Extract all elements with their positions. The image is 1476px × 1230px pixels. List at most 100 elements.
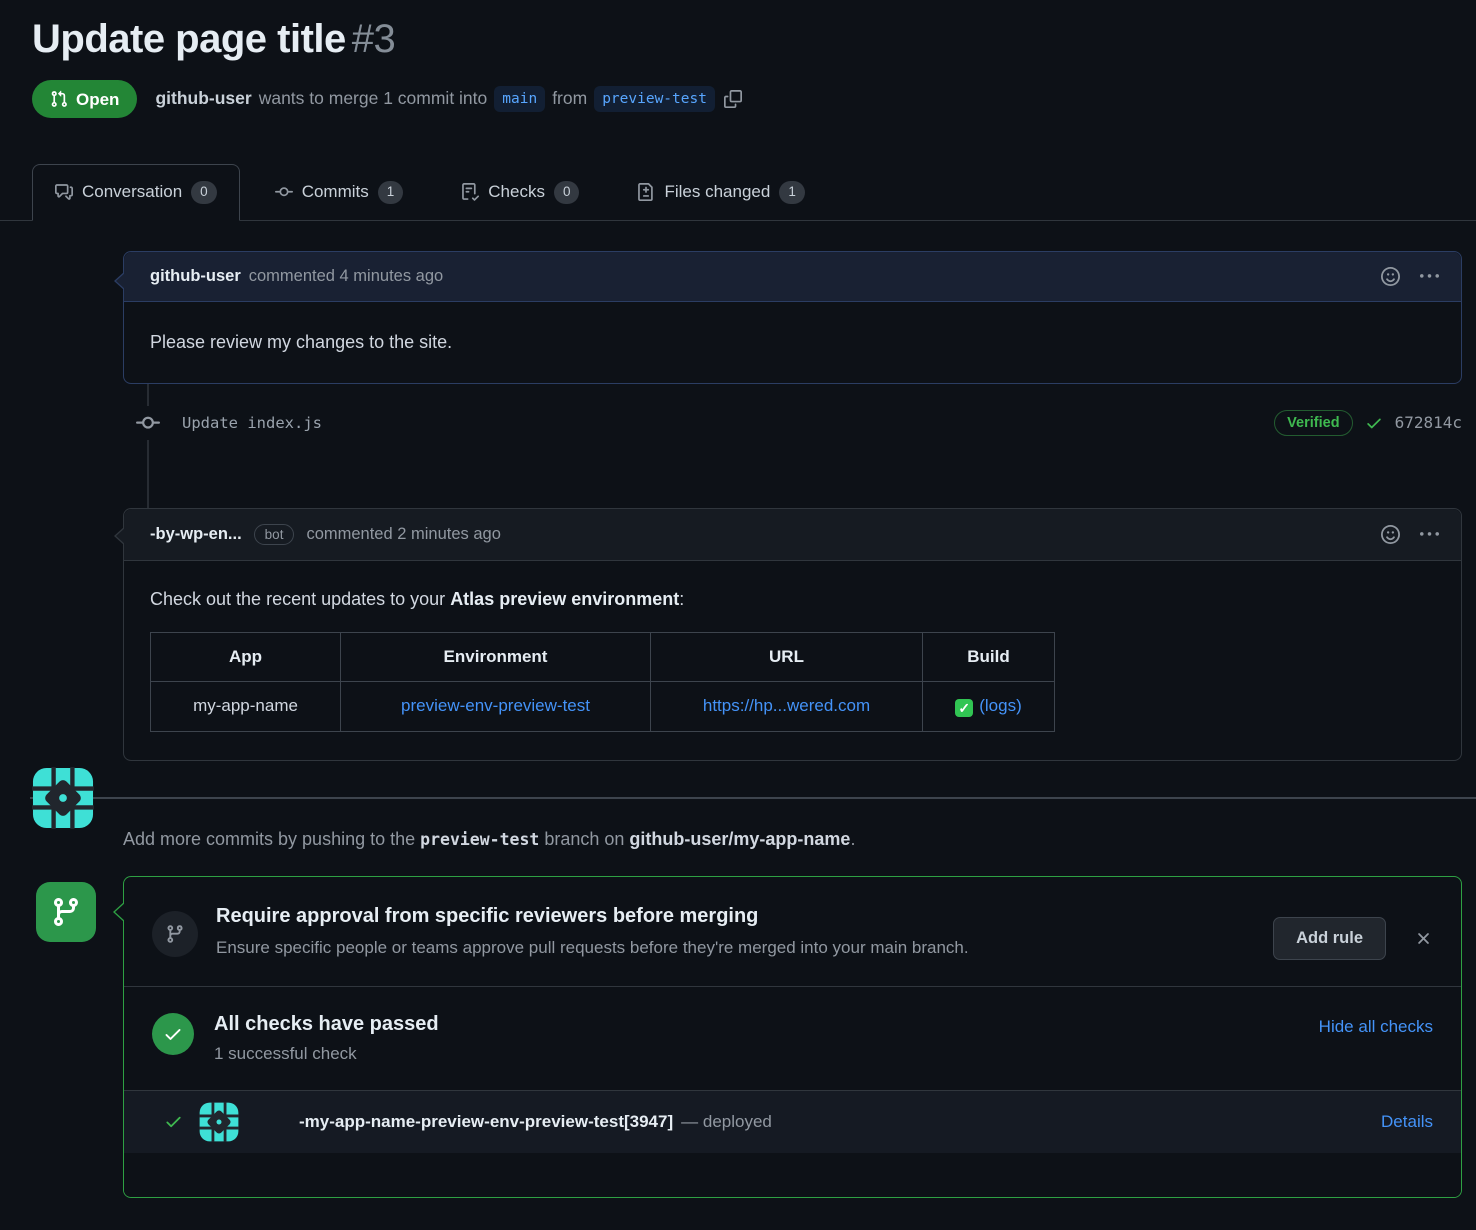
- checks-title: All checks have passed: [214, 1013, 439, 1036]
- bot-comment-body: Check out the recent updates to your Atl…: [124, 561, 1461, 760]
- git-branch-icon: [165, 924, 185, 944]
- tab-conversation[interactable]: Conversation 0: [32, 164, 240, 221]
- git-pull-request-icon: [50, 90, 68, 108]
- checks-summary: All checks have passed 1 successful chec…: [124, 986, 1461, 1090]
- bot-comment-text: Check out the recent updates to your Atl…: [150, 589, 1435, 610]
- bot-comment-header: -by-wp-en... bot commented 2 minutes ago: [124, 509, 1461, 561]
- column-header-build: Build: [923, 632, 1055, 681]
- checklist-icon: [461, 183, 479, 201]
- atlas-logo-icon: [32, 767, 94, 829]
- build-success-check-icon: ✓: [955, 699, 973, 717]
- tab-files-changed-count: 1: [779, 181, 805, 204]
- comment-header: github-user commented 4 minutes ago: [124, 252, 1461, 302]
- base-branch-label[interactable]: main: [494, 86, 545, 112]
- comment-discussion-icon: [55, 183, 73, 201]
- tab-checks-label: Checks: [488, 182, 545, 202]
- pr-header: Update page title#3 Open github-user wan…: [0, 14, 1476, 118]
- column-header-url: URL: [651, 632, 923, 681]
- git-commit-icon: [136, 406, 160, 440]
- check-run-name: -my-app-name-preview-env-preview-test[39…: [299, 1112, 772, 1132]
- check-success-icon: [164, 1112, 183, 1131]
- comment-body: Please review my changes to the site.: [124, 302, 1461, 383]
- head-branch-label[interactable]: preview-test: [594, 86, 715, 112]
- bot-badge: bot: [254, 524, 295, 545]
- push-note-repo: github-user/my-app-name: [629, 829, 850, 849]
- table-header-row: App Environment URL Build: [151, 632, 1055, 681]
- cell-build: ✓ (logs): [923, 681, 1055, 731]
- check-run-row: -my-app-name-preview-env-preview-test[39…: [124, 1090, 1461, 1153]
- commit-sha-link[interactable]: 672814c: [1395, 413, 1462, 432]
- kebab-horizontal-icon: [1420, 267, 1439, 286]
- pr-number: #3: [352, 17, 396, 61]
- environment-table: App Environment URL Build my-app-name pr…: [150, 632, 1055, 732]
- git-commit-icon: [275, 183, 293, 201]
- copy-icon: [724, 90, 742, 108]
- tab-commits-count: 1: [378, 181, 404, 204]
- pr-timeline: github-user commented 4 minutes ago Plea…: [0, 251, 1476, 761]
- tab-commits-label: Commits: [302, 182, 369, 202]
- pr-summary-from: from: [552, 88, 587, 109]
- pr-state-label: Open: [76, 91, 119, 108]
- checks-passed-circle-icon: [152, 1013, 194, 1055]
- hide-all-checks-link[interactable]: Hide all checks: [1319, 1013, 1433, 1037]
- bot-comment: -by-wp-en... bot commented 2 minutes ago…: [123, 508, 1462, 761]
- check-icon: [1365, 414, 1383, 432]
- build-logs-link[interactable]: (logs): [979, 696, 1022, 715]
- rule-title: Require approval from specific reviewers…: [216, 905, 969, 928]
- add-reaction-button[interactable]: [1381, 267, 1400, 286]
- check-details-link[interactable]: Details: [1381, 1112, 1433, 1132]
- page-title: Update page title#3: [32, 14, 1444, 64]
- add-reaction-button[interactable]: [1381, 525, 1400, 544]
- file-diff-icon: [637, 183, 655, 201]
- timeline-divider: [30, 797, 1476, 799]
- check-app-avatar[interactable]: [199, 1102, 239, 1142]
- tab-checks[interactable]: Checks 0: [438, 164, 602, 220]
- tab-files-changed[interactable]: Files changed 1: [614, 164, 827, 220]
- pr-author-link[interactable]: github-user: [155, 88, 251, 109]
- pr-state-badge: Open: [32, 80, 137, 118]
- dismiss-banner-button[interactable]: [1414, 929, 1433, 948]
- check-run-status: — deployed: [681, 1112, 772, 1131]
- preview-url-link[interactable]: https://hp...wered.com: [703, 696, 870, 715]
- verified-badge[interactable]: Verified: [1274, 410, 1352, 436]
- add-rule-button[interactable]: Add rule: [1273, 917, 1386, 960]
- commit-event-row: Update index.js Verified 672814c: [136, 384, 1462, 462]
- environment-link[interactable]: preview-env-preview-test: [401, 696, 590, 715]
- smiley-icon: [1381, 267, 1400, 286]
- tab-commits[interactable]: Commits 1: [252, 164, 427, 220]
- tab-conversation-count: 0: [191, 181, 217, 204]
- github-actions-avatar[interactable]: [36, 882, 96, 947]
- pr-tab-bar: Conversation 0 Commits 1 Checks 0 Files …: [0, 164, 1476, 221]
- comment-menu-button[interactable]: [1420, 525, 1439, 544]
- comment-menu-button[interactable]: [1420, 267, 1439, 286]
- table-row: my-app-name preview-env-preview-test htt…: [151, 681, 1055, 731]
- pr-summary: github-user wants to merge 1 commit into…: [155, 86, 742, 112]
- bot-avatar[interactable]: [32, 767, 94, 834]
- bot-comment-timestamp: commented 2 minutes ago: [306, 525, 500, 544]
- bot-author-link[interactable]: -by-wp-en...: [150, 525, 242, 544]
- comment-author-link[interactable]: github-user: [150, 267, 241, 286]
- rule-description: Ensure specific people or teams approve …: [216, 938, 969, 958]
- copy-branch-button[interactable]: [724, 90, 742, 108]
- merge-box: Require approval from specific reviewers…: [123, 876, 1462, 1198]
- column-header-app: App: [151, 632, 341, 681]
- tab-files-changed-label: Files changed: [664, 182, 770, 202]
- pr-summary-text: wants to merge 1 commit into: [259, 88, 488, 109]
- atlas-logo-icon: [199, 1102, 239, 1142]
- tab-conversation-label: Conversation: [82, 182, 182, 202]
- merge-box-bottom: [124, 1153, 1461, 1197]
- kebab-horizontal-icon: [1420, 525, 1439, 544]
- smiley-icon: [1381, 525, 1400, 544]
- tab-checks-count: 0: [554, 181, 580, 204]
- checks-subtitle: 1 successful check: [214, 1044, 439, 1064]
- push-note: Add more commits by pushing to the previ…: [123, 829, 1462, 850]
- merge-area: Require approval from specific reviewers…: [0, 876, 1476, 1198]
- branch-rule-banner: Require approval from specific reviewers…: [124, 877, 1461, 986]
- commit-message-link[interactable]: Update index.js: [182, 414, 322, 432]
- column-header-environment: Environment: [341, 632, 651, 681]
- pr-description-comment: github-user commented 4 minutes ago Plea…: [123, 251, 1462, 384]
- comment-timestamp: commented 4 minutes ago: [249, 267, 443, 286]
- pr-title-text: Update page title: [32, 17, 346, 61]
- git-branch-avatar-icon: [36, 882, 96, 942]
- cell-app-name: my-app-name: [151, 681, 341, 731]
